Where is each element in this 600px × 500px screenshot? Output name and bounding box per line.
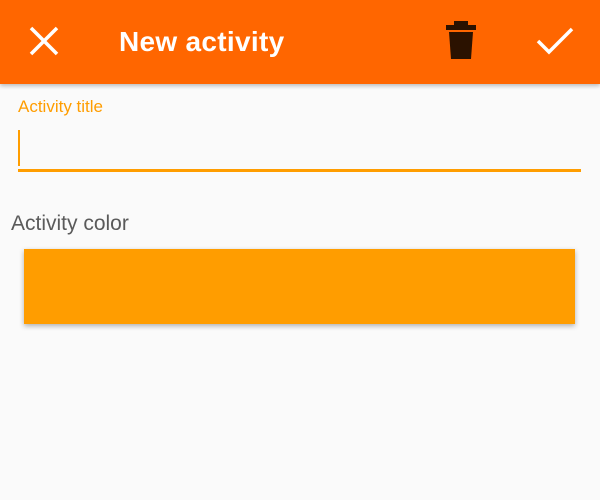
activity-title-field: Activity title [18, 96, 581, 172]
activity-title-input[interactable] [18, 128, 581, 168]
toolbar: New activity [0, 0, 600, 84]
check-icon [535, 26, 575, 61]
close-icon [27, 24, 61, 63]
activity-title-label: Activity title [18, 97, 104, 116]
toolbar-title: New activity [119, 26, 285, 57]
activity-color-label: Activity color [11, 212, 129, 235]
trash-icon [444, 20, 478, 65]
activity-title-underline [18, 169, 581, 172]
delete-button[interactable] [438, 19, 484, 65]
activity-color-swatch[interactable] [24, 249, 575, 324]
close-button[interactable] [22, 21, 66, 65]
save-button[interactable] [530, 20, 580, 66]
text-caret [18, 130, 20, 166]
app-screen: New activity Activity title Activity col [0, 0, 600, 500]
